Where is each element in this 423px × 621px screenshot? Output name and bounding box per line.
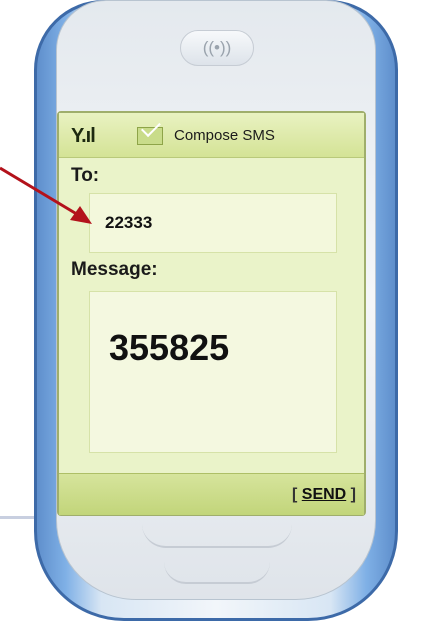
envelope-icon [137,127,163,145]
arrow-icon [0,166,92,224]
nav-button-lower[interactable] [164,562,270,584]
status-bar: Y.ıl Compose SMS [59,113,364,158]
arrow-head [70,206,92,224]
message-value: 355825 [109,327,230,368]
message-field[interactable] [89,291,337,453]
softkey-bar: [ SEND ] [59,473,364,515]
message-label: Message: [71,259,158,280]
send-bracket-close: ] [346,486,356,503]
signal-icon: Y.ıl [71,125,96,147]
to-value: 22333 [105,213,153,232]
earpiece-glyph: ((•)) [202,38,232,57]
earpiece-icon: ((•)) [180,30,254,66]
arrow-shaft [0,166,81,218]
nav-button-upper[interactable] [142,524,292,548]
send-bracket-open: [ [291,486,302,503]
send-label: SEND [301,486,347,503]
phone-screen: Y.ıl Compose SMS To: 22333 Message: 3558… [57,111,366,516]
send-button[interactable]: [ SEND ] [292,486,356,504]
screen-title: Compose SMS [174,127,275,144]
